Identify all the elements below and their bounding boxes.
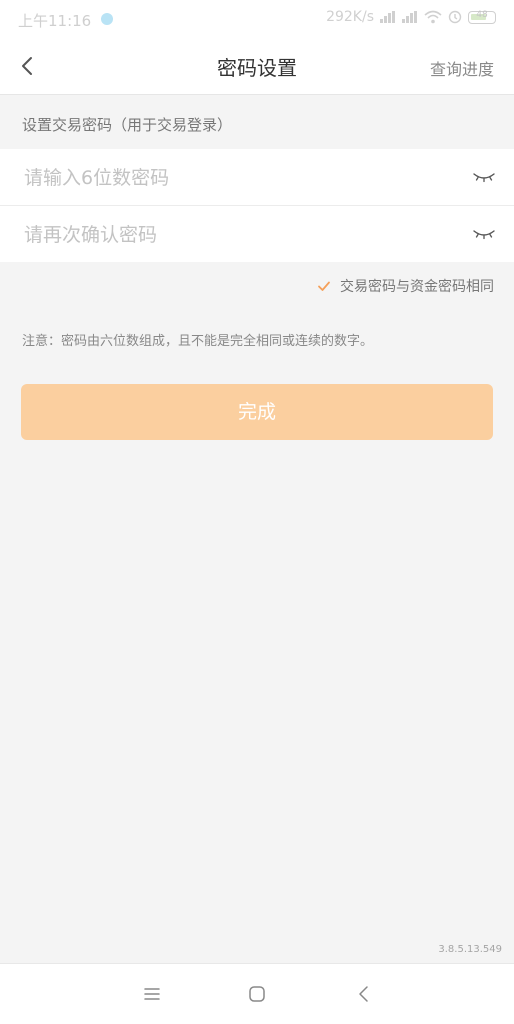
wifi-icon <box>424 10 442 24</box>
app-version: 3.8.5.13.549 <box>438 944 502 955</box>
back-triangle-icon[interactable] <box>352 982 376 1006</box>
confirm-password-row <box>0 206 514 262</box>
section-label: 设置交易密码（用于交易登录） <box>22 116 233 134</box>
same-password-checkbox[interactable]: 交易密码与资金密码相同 <box>316 276 494 296</box>
battery-level: 48 <box>476 9 488 20</box>
confirm-password-input[interactable] <box>22 216 426 254</box>
chevron-left-icon[interactable] <box>16 54 40 78</box>
status-time: 上午11:16 <box>18 12 92 30</box>
signal-icon <box>380 11 396 23</box>
network-speed: 292K/s <box>326 9 374 25</box>
query-progress-link[interactable]: 查询进度 <box>430 56 494 80</box>
checkmark-icon[interactable] <box>316 278 332 294</box>
password-input[interactable] <box>22 159 426 197</box>
status-bar: 上午11:16 292K/s 48 <box>0 0 514 38</box>
eye-closed-icon[interactable] <box>472 169 496 185</box>
password-notice: 注意：密码由六位数组成，且不能是完全相同或连续的数字。 <box>22 334 374 349</box>
menu-icon[interactable] <box>140 982 164 1006</box>
system-nav-bar <box>0 963 514 1024</box>
password-input-group <box>0 149 514 262</box>
alarm-icon <box>448 10 462 24</box>
home-icon[interactable] <box>245 982 269 1006</box>
same-password-label: 交易密码与资金密码相同 <box>340 279 494 295</box>
password-row <box>0 149 514 206</box>
done-button[interactable]: 完成 <box>21 384 493 440</box>
nav-bar: 密码设置 查询进度 <box>0 38 514 95</box>
notification-dot-icon <box>101 13 113 25</box>
screen: 上午11:16 292K/s 48 密码设置 查询进度 设置交易密码（用于交易登… <box>0 0 514 1024</box>
eye-closed-icon[interactable] <box>472 226 496 242</box>
signal-icon-2 <box>402 11 418 23</box>
status-indicators: 292K/s 48 <box>326 9 496 25</box>
battery-icon: 48 <box>468 9 496 24</box>
